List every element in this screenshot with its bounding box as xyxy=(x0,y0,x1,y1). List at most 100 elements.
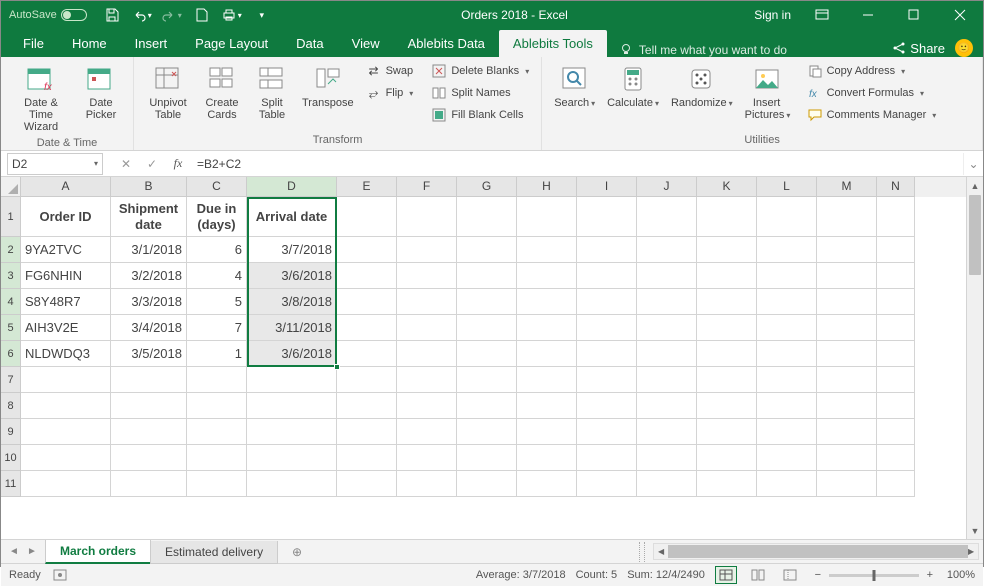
cell[interactable] xyxy=(457,289,517,315)
row-header[interactable]: 10 xyxy=(1,445,21,471)
cell[interactable] xyxy=(577,445,637,471)
convert-formulas-button[interactable]: fxConvert Formulas▾ xyxy=(803,83,941,103)
cell[interactable]: 3/4/2018 xyxy=(111,315,187,341)
view-page-break-icon[interactable] xyxy=(779,566,801,584)
col-header[interactable]: I xyxy=(577,177,637,197)
col-header[interactable]: D xyxy=(247,177,337,197)
cell[interactable]: 1 xyxy=(187,341,247,367)
row-header[interactable]: 8 xyxy=(1,393,21,419)
cell[interactable] xyxy=(517,237,577,263)
cell[interactable] xyxy=(757,237,817,263)
cell[interactable] xyxy=(187,393,247,419)
cell[interactable] xyxy=(697,237,757,263)
cell[interactable]: 3/6/2018 xyxy=(247,341,337,367)
cell[interactable] xyxy=(577,289,637,315)
cell[interactable] xyxy=(697,367,757,393)
cell[interactable] xyxy=(397,197,457,237)
tab-view[interactable]: View xyxy=(338,30,394,57)
cell[interactable] xyxy=(247,471,337,497)
date-picker-button[interactable]: Date Picker xyxy=(77,61,125,123)
zoom-slider[interactable]: − + xyxy=(811,569,937,581)
cell[interactable] xyxy=(111,367,187,393)
tab-ablebits-tools[interactable]: Ablebits Tools xyxy=(499,30,607,57)
fill-handle[interactable] xyxy=(334,364,340,370)
cell[interactable] xyxy=(397,393,457,419)
row-header[interactable]: 6 xyxy=(1,341,21,367)
cell[interactable]: Shipment date xyxy=(111,197,187,237)
cell[interactable] xyxy=(457,393,517,419)
cell[interactable] xyxy=(877,341,915,367)
cell[interactable] xyxy=(247,419,337,445)
split-table-button[interactable]: Split Table xyxy=(250,61,294,123)
comments-manager-button[interactable]: Comments Manager▾ xyxy=(803,105,941,125)
cell[interactable]: S8Y48R7 xyxy=(21,289,111,315)
col-header[interactable]: J xyxy=(637,177,697,197)
tab-home[interactable]: Home xyxy=(58,30,121,57)
cell[interactable] xyxy=(397,419,457,445)
new-file-icon[interactable] xyxy=(189,3,215,27)
cell[interactable] xyxy=(517,393,577,419)
cell[interactable] xyxy=(697,445,757,471)
tab-insert[interactable]: Insert xyxy=(121,30,182,57)
cell[interactable] xyxy=(817,367,877,393)
cell[interactable] xyxy=(397,263,457,289)
col-header[interactable]: L xyxy=(757,177,817,197)
cell[interactable] xyxy=(817,471,877,497)
row-header[interactable]: 2 xyxy=(1,237,21,263)
cell[interactable] xyxy=(111,471,187,497)
cell[interactable]: 9YA2TVC xyxy=(21,237,111,263)
cell[interactable] xyxy=(697,263,757,289)
feedback-icon[interactable]: 🙂 xyxy=(955,39,973,57)
cell[interactable] xyxy=(517,419,577,445)
zoom-in-icon[interactable]: + xyxy=(923,569,937,581)
zoom-track[interactable] xyxy=(829,574,919,577)
cell[interactable] xyxy=(577,471,637,497)
cell[interactable] xyxy=(187,445,247,471)
cell[interactable] xyxy=(637,197,697,237)
col-header[interactable]: K xyxy=(697,177,757,197)
col-header[interactable]: E xyxy=(337,177,397,197)
cell[interactable] xyxy=(457,263,517,289)
fill-blank-cells-button[interactable]: Fill Blank Cells xyxy=(427,105,533,125)
cell[interactable] xyxy=(877,445,915,471)
col-header[interactable]: G xyxy=(457,177,517,197)
cell[interactable] xyxy=(517,341,577,367)
qat-customize-icon[interactable]: ▾ xyxy=(249,3,275,27)
select-all-corner[interactable] xyxy=(1,177,21,197)
flip-button[interactable]: ⥂Flip▾ xyxy=(362,83,418,103)
formula-input[interactable]: =B2+C2 xyxy=(191,153,963,175)
swap-button[interactable]: ⇄Swap xyxy=(362,61,418,81)
cell[interactable] xyxy=(817,341,877,367)
scroll-down-icon[interactable]: ▼ xyxy=(967,522,983,539)
col-header[interactable]: N xyxy=(877,177,915,197)
cell[interactable] xyxy=(877,289,915,315)
cell[interactable] xyxy=(637,393,697,419)
cell[interactable] xyxy=(757,367,817,393)
scroll-up-icon[interactable]: ▲ xyxy=(967,177,983,194)
sheet-nav-prev-icon[interactable]: ◄ xyxy=(5,542,23,562)
tab-page-layout[interactable]: Page Layout xyxy=(181,30,282,57)
col-header[interactable]: F xyxy=(397,177,457,197)
col-header[interactable]: H xyxy=(517,177,577,197)
cell[interactable] xyxy=(397,289,457,315)
cell[interactable] xyxy=(637,289,697,315)
share-button[interactable]: Share xyxy=(892,41,945,56)
cell[interactable] xyxy=(337,263,397,289)
cell[interactable] xyxy=(817,289,877,315)
cell[interactable] xyxy=(877,263,915,289)
close-button[interactable] xyxy=(937,1,983,29)
cell[interactable] xyxy=(517,471,577,497)
autosave-toggle[interactable]: AutoSave xyxy=(9,9,87,21)
scroll-thumb[interactable] xyxy=(969,195,981,275)
cell[interactable] xyxy=(697,471,757,497)
cell[interactable] xyxy=(757,471,817,497)
cell[interactable] xyxy=(457,237,517,263)
cell[interactable] xyxy=(757,419,817,445)
cell[interactable] xyxy=(337,289,397,315)
name-box[interactable]: D2 ▾ xyxy=(7,153,103,175)
zoom-thumb[interactable] xyxy=(872,570,875,581)
copy-address-button[interactable]: Copy Address▾ xyxy=(803,61,941,81)
cell[interactable]: 3/7/2018 xyxy=(247,237,337,263)
cell[interactable] xyxy=(517,315,577,341)
cell[interactable] xyxy=(697,419,757,445)
